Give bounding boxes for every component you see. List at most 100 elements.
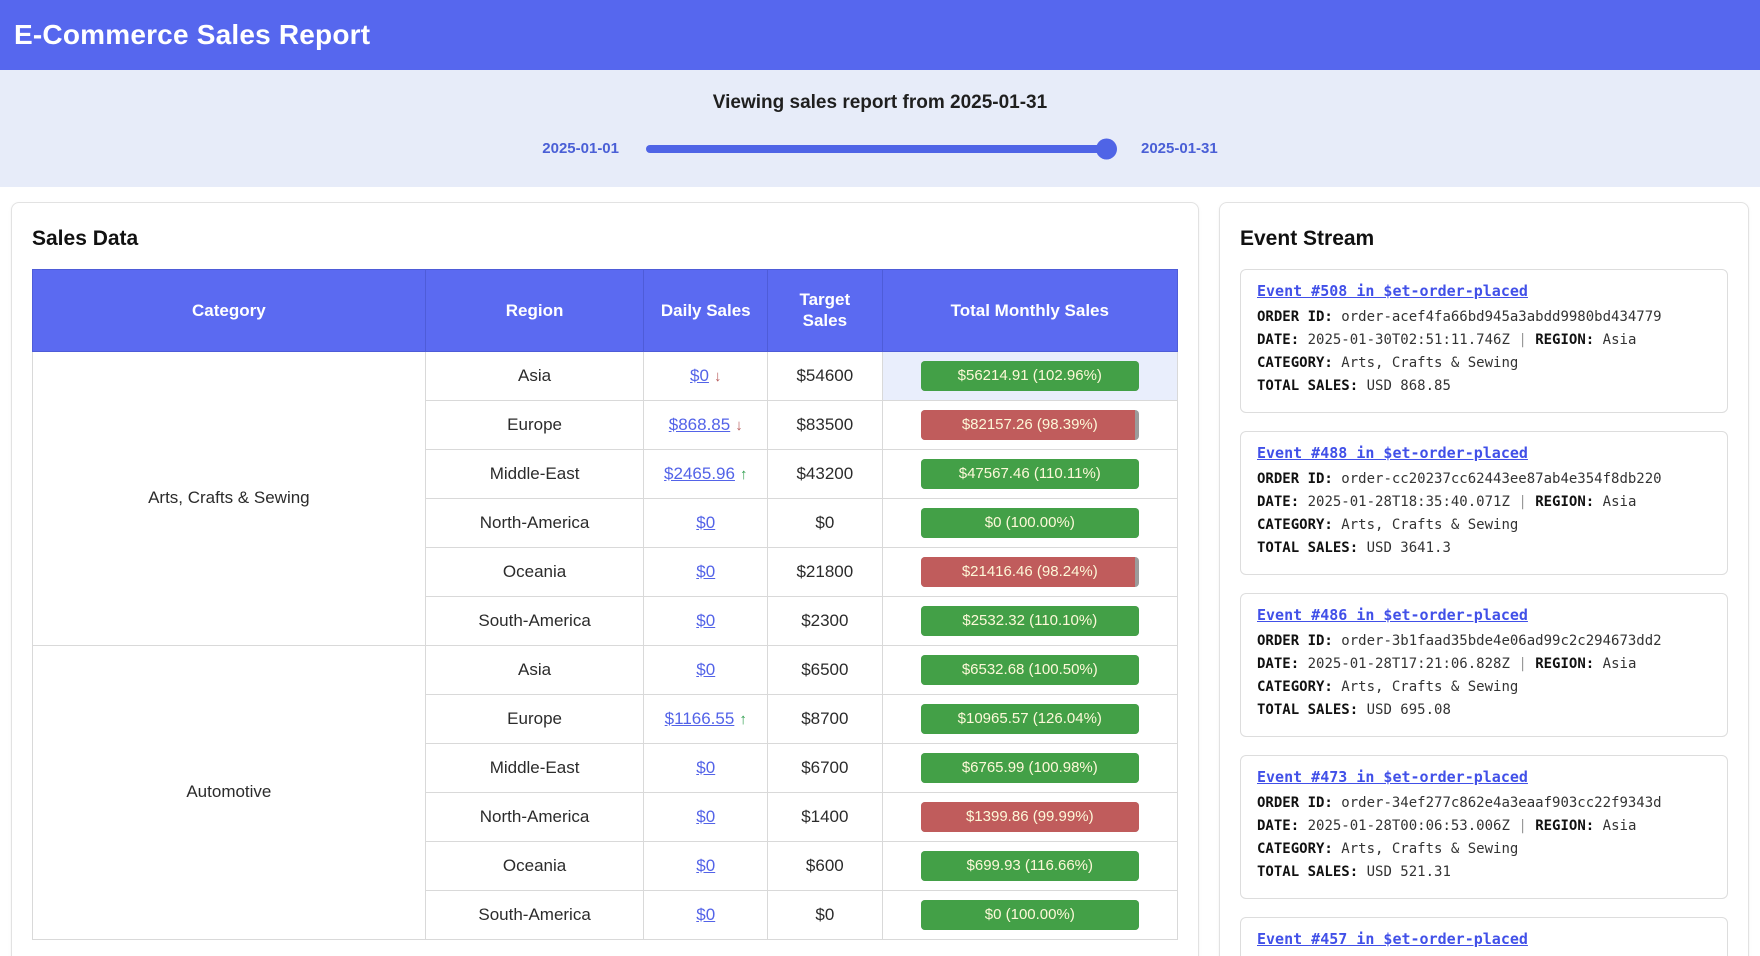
monthly-sales-value: $56214.91 (102.96%): [921, 361, 1139, 391]
monthly-sales-value: $699.93 (116.66%): [921, 851, 1139, 881]
daily-sales-link[interactable]: $0: [690, 366, 709, 385]
daily-sales-cell: $0: [644, 596, 768, 645]
trend-arrow-icon: ↓: [714, 368, 722, 385]
sales-panel: Sales Data Category Region Daily Sales T…: [11, 202, 1199, 956]
total-monthly-sales-cell: $6532.68 (100.50%): [882, 645, 1177, 694]
main-content: Sales Data Category Region Daily Sales T…: [0, 187, 1760, 956]
event-link[interactable]: Event #486 in $et-order-placed: [1257, 606, 1528, 624]
daily-sales-link[interactable]: $0: [696, 611, 715, 630]
total-monthly-sales-cell: $1399.86 (99.99%): [882, 792, 1177, 841]
daily-sales-link[interactable]: $0: [696, 807, 715, 826]
slider-min-label: 2025-01-01: [542, 140, 619, 157]
total-monthly-sales-cell: $21416.46 (98.24%): [882, 547, 1177, 596]
monthly-sales-value: $6532.68 (100.50%): [921, 655, 1139, 685]
filter-title: Viewing sales report from 2025-01-31: [0, 92, 1760, 114]
event-title: Event #473 in $et-order-placed: [1257, 768, 1711, 786]
target-sales-cell: $83500: [768, 400, 883, 449]
total-monthly-sales-cell: $10965.57 (126.04%): [882, 694, 1177, 743]
monthly-sales-progress-bar: $0 (100.00%): [921, 508, 1139, 538]
daily-sales-link[interactable]: $0: [696, 758, 715, 777]
daily-sales-link[interactable]: $0: [696, 856, 715, 875]
daily-sales-cell: $0: [644, 792, 768, 841]
category-cell: Automotive: [33, 645, 426, 939]
table-row: Arts, Crafts & Sewing Asia $0↓ $54600 $5…: [33, 351, 1178, 400]
event-category-line: CATEGORY: Arts, Crafts & Sewing: [1257, 514, 1711, 537]
event-order-id-line: ORDER ID: order-3b1faad35bde4e06ad99c2c2…: [1257, 630, 1711, 653]
target-sales-cell: $6700: [768, 743, 883, 792]
daily-sales-cell: $0 ↓: [644, 351, 768, 400]
daily-sales-link[interactable]: $868.85: [669, 415, 730, 434]
event-card: Event #508 in $et-order-placed ORDER ID:…: [1240, 269, 1728, 413]
total-monthly-sales-cell: $0 (100.00%): [882, 890, 1177, 939]
monthly-sales-value: $2532.32 (110.10%): [921, 606, 1139, 636]
daily-sales-link[interactable]: $1166.55: [665, 709, 735, 728]
col-header-target-sales: Target Sales: [768, 270, 883, 352]
trend-arrow-icon: ↓: [735, 417, 743, 434]
trend-arrow-icon: ↑: [739, 711, 747, 728]
event-total-sales-line: TOTAL SALES: USD 3641.3: [1257, 537, 1711, 560]
col-header-category: Category: [33, 270, 426, 352]
slider-thumb[interactable]: [1096, 138, 1117, 159]
monthly-sales-progress-bar: $1399.86 (99.99%): [921, 802, 1139, 832]
monthly-sales-progress-bar: $6532.68 (100.50%): [921, 655, 1139, 685]
monthly-sales-progress-bar: $2532.32 (110.10%): [921, 606, 1139, 636]
daily-sales-link[interactable]: $0: [696, 513, 715, 532]
region-cell: South-America: [425, 596, 644, 645]
daily-sales-link[interactable]: $2465.96: [664, 464, 735, 483]
event-date-region-line: DATE: 2025-01-28T17:21:06.828Z | REGION:…: [1257, 653, 1711, 676]
daily-sales-link[interactable]: $0: [696, 562, 715, 581]
sales-table: Category Region Daily Sales Target Sales…: [32, 269, 1178, 940]
daily-sales-cell: $0: [644, 743, 768, 792]
monthly-sales-value: $21416.46 (98.24%): [921, 557, 1139, 587]
monthly-sales-progress-bar: $47567.46 (110.11%): [921, 459, 1139, 489]
monthly-sales-value: $0 (100.00%): [921, 900, 1139, 930]
event-title: Event #486 in $et-order-placed: [1257, 606, 1711, 624]
monthly-sales-progress-bar: $21416.46 (98.24%): [921, 557, 1139, 587]
event-link[interactable]: Event #488 in $et-order-placed: [1257, 444, 1528, 462]
event-title: Event #457 in $et-order-placed: [1257, 930, 1711, 948]
target-sales-cell: $8700: [768, 694, 883, 743]
daily-sales-link[interactable]: $0: [696, 660, 715, 679]
event-total-sales-line: TOTAL SALES: USD 868.85: [1257, 375, 1711, 398]
monthly-sales-progress-bar: $699.93 (116.66%): [921, 851, 1139, 881]
target-sales-cell: $0: [768, 890, 883, 939]
event-category-line: CATEGORY: Arts, Crafts & Sewing: [1257, 838, 1711, 861]
daily-sales-cell: $2465.96↑: [644, 449, 768, 498]
monthly-sales-progress-bar: $82157.26 (98.39%): [921, 410, 1139, 440]
col-header-daily-sales: Daily Sales: [644, 270, 768, 352]
event-order-id-line: ORDER ID: order-acef4fa66bd945a3abdd9980…: [1257, 306, 1711, 329]
event-link[interactable]: Event #508 in $et-order-placed: [1257, 282, 1528, 300]
page-title: E-Commerce Sales Report: [14, 19, 370, 51]
event-link[interactable]: Event #473 in $et-order-placed: [1257, 768, 1528, 786]
monthly-sales-value: $0 (100.00%): [921, 508, 1139, 538]
event-date-region-line: DATE: 2025-01-28T00:06:53.006Z | REGION:…: [1257, 815, 1711, 838]
monthly-sales-progress-bar: $10965.57 (126.04%): [921, 704, 1139, 734]
region-cell: North-America: [425, 792, 644, 841]
monthly-sales-value: $10965.57 (126.04%): [921, 704, 1139, 734]
event-link[interactable]: Event #457 in $et-order-placed: [1257, 930, 1528, 948]
sales-table-body: Arts, Crafts & Sewing Asia $0 ↓ $54600 $5…: [33, 351, 1178, 939]
event-stream-panel: Event Stream Event #508 in $et-order-pla…: [1219, 202, 1749, 956]
region-cell: Europe: [425, 694, 644, 743]
total-monthly-sales-cell: $56214.91 (102.96%): [882, 351, 1177, 400]
daily-sales-cell: $0: [644, 841, 768, 890]
daily-sales-link[interactable]: $0: [696, 905, 715, 924]
total-monthly-sales-cell: $2532.32 (110.10%): [882, 596, 1177, 645]
total-monthly-sales-cell: $82157.26 (98.39%): [882, 400, 1177, 449]
app-header: E-Commerce Sales Report: [0, 0, 1760, 70]
total-monthly-sales-cell: $47567.46 (110.11%): [882, 449, 1177, 498]
monthly-sales-value: $6765.99 (100.98%): [921, 753, 1139, 783]
category-cell: Arts, Crafts & Sewing: [33, 351, 426, 645]
event-order-id-line: ORDER ID: order-cc20237cc62443ee87ab4e35…: [1257, 468, 1711, 491]
monthly-sales-value: $1399.86 (99.99%): [921, 802, 1139, 832]
target-sales-cell: $54600: [768, 351, 883, 400]
region-cell: Asia: [425, 645, 644, 694]
monthly-sales-value: $82157.26 (98.39%): [921, 410, 1139, 440]
target-sales-cell: $2300: [768, 596, 883, 645]
event-card: Event #473 in $et-order-placed ORDER ID:…: [1240, 755, 1728, 899]
sales-table-header: Category Region Daily Sales Target Sales…: [33, 270, 1178, 352]
daily-sales-cell: $0: [644, 498, 768, 547]
region-cell: Middle-East: [425, 449, 644, 498]
date-slider[interactable]: [646, 145, 1114, 153]
target-sales-cell: $6500: [768, 645, 883, 694]
